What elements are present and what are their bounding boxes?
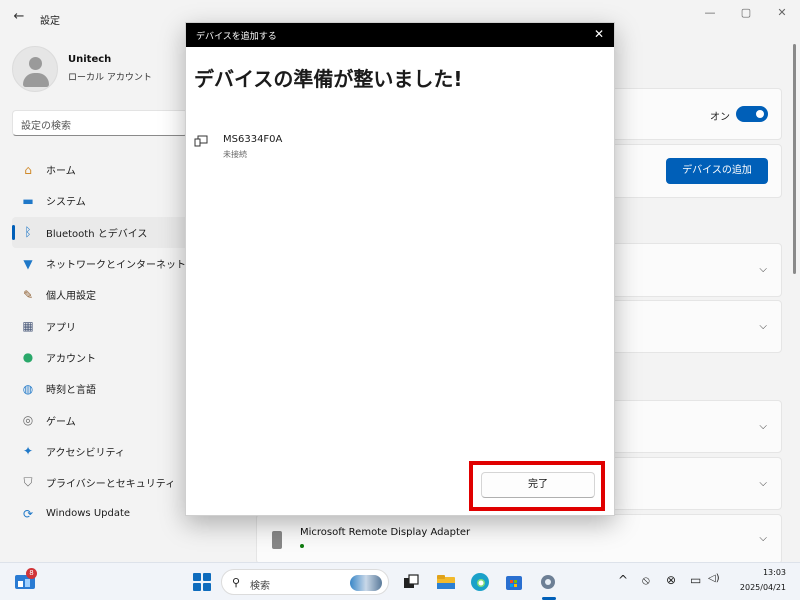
remote-display-card[interactable]: ⌵ bbox=[256, 514, 782, 564]
store-icon[interactable] bbox=[504, 572, 524, 592]
file-explorer-icon[interactable] bbox=[436, 572, 456, 592]
close-circle-icon[interactable]: ⊗ bbox=[666, 573, 676, 587]
wifi-icon: ▼ bbox=[23, 256, 33, 271]
chevron-down-icon: ⌵ bbox=[759, 421, 767, 432]
sidebar-item-label: アプリ bbox=[46, 322, 76, 334]
avatar bbox=[12, 46, 58, 92]
network-off-icon[interactable]: ⦸ bbox=[642, 573, 650, 588]
user-profile[interactable]: Unitech ローカル アカウント bbox=[12, 44, 192, 94]
bluetooth-toggle-label: オン bbox=[710, 112, 730, 123]
bluetooth-toggle[interactable] bbox=[736, 106, 768, 122]
sidebar-item[interactable]: ⌂ ホーム bbox=[12, 154, 188, 185]
add-device-dialog: デバイスを追加する ✕ デバイスの準備が整いました! MS6334F0A 未接続… bbox=[185, 22, 615, 516]
sidebar-item[interactable]: ▼ ネットワークとインターネット bbox=[12, 248, 188, 279]
system-icon: ▬ bbox=[22, 193, 34, 208]
close-window-icon[interactable]: ✕ bbox=[770, 6, 794, 22]
brush-icon: ✎ bbox=[22, 287, 34, 302]
taskbar: 8 ⚲ 検索 ^ ⦸ ⊗ ▭ ◁) 13:03 2025/04/21 bbox=[0, 562, 800, 600]
scrollbar[interactable] bbox=[793, 44, 796, 274]
sidebar-item-label: ホーム bbox=[46, 166, 76, 178]
device-icon bbox=[194, 135, 208, 147]
sidebar-item-label: アカウント bbox=[46, 353, 96, 365]
sidebar-item[interactable]: ✎ 個人用設定 bbox=[12, 279, 188, 310]
chevron-up-icon[interactable]: ^ bbox=[618, 573, 628, 587]
user-name: Unitech bbox=[68, 54, 112, 65]
sidebar-nav: ⌂ ホーム ▬ システム ᛒ Bluetooth とデバイス ▼ ネットワークとインターネット… bbox=[12, 154, 188, 530]
sidebar-item-label: Bluetooth とデバイス bbox=[46, 228, 148, 240]
settings-search-input[interactable]: 設定の検索 bbox=[12, 110, 188, 136]
clock-time[interactable]: 13:03 bbox=[736, 568, 786, 577]
gamepad-icon: ◎ bbox=[22, 413, 34, 428]
chevron-down-icon: ⌵ bbox=[759, 321, 767, 332]
sidebar-item-label: プライバシーとセキュリティ bbox=[46, 479, 176, 491]
account-type: ローカル アカウント bbox=[68, 73, 152, 83]
task-view-icon[interactable] bbox=[401, 572, 421, 592]
chevron-down-icon: ⌵ bbox=[759, 264, 767, 275]
device-name: Microsoft Remote Display Adapter bbox=[300, 527, 471, 538]
search-icon: ⚲ bbox=[232, 576, 241, 589]
sidebar-item-label: 時刻と言語 bbox=[46, 385, 96, 397]
dialog-title: デバイスを追加する bbox=[196, 32, 277, 42]
account-icon: ● bbox=[22, 350, 34, 365]
settings-gear-icon[interactable] bbox=[538, 572, 558, 592]
sidebar-item[interactable]: ✦ アクセシビリティ bbox=[12, 436, 188, 467]
sidebar-item[interactable]: ⛉ プライバシーとセキュリティ bbox=[12, 467, 188, 498]
minimize-icon[interactable]: — bbox=[698, 6, 722, 22]
close-icon[interactable]: ✕ bbox=[594, 27, 604, 41]
bluetooth-icon: ᛒ bbox=[24, 225, 32, 240]
add-device-button[interactable]: デバイスの追加 bbox=[666, 158, 768, 184]
globe-icon: ◍ bbox=[22, 381, 34, 396]
sidebar-item-label: システム bbox=[46, 197, 86, 209]
sidebar-item[interactable]: ▬ システム bbox=[12, 185, 188, 216]
edge-icon[interactable] bbox=[470, 572, 490, 592]
back-arrow-icon[interactable]: ← bbox=[10, 9, 28, 27]
taskbar-search[interactable]: ⚲ 検索 bbox=[221, 569, 389, 595]
apps-icon: ▦ bbox=[22, 319, 34, 334]
volume-icon[interactable]: ◁) bbox=[708, 573, 720, 584]
sidebar-item[interactable]: ◎ ゲーム bbox=[12, 404, 188, 435]
dialog-titlebar: デバイスを追加する ✕ bbox=[186, 23, 614, 47]
device-name: MS6334F0A bbox=[223, 134, 283, 145]
chevron-down-icon: ⌵ bbox=[759, 478, 767, 489]
sidebar-item-label: Windows Update bbox=[46, 508, 131, 520]
done-button[interactable]: 完了 bbox=[481, 472, 595, 498]
notification-badge: 8 bbox=[26, 568, 37, 579]
search-highlight-image bbox=[350, 575, 382, 591]
device-status: 未接続 bbox=[223, 150, 247, 159]
search-label: 検索 bbox=[250, 581, 270, 592]
sidebar-item-label: 個人用設定 bbox=[46, 291, 96, 303]
update-icon: ⟳ bbox=[22, 506, 34, 521]
sidebar-item-label: アクセシビリティ bbox=[46, 447, 125, 459]
start-icon[interactable] bbox=[193, 573, 211, 591]
display-icon[interactable]: ▭ bbox=[690, 573, 701, 587]
sidebar-item-label: ネットワークとインターネット bbox=[46, 260, 186, 272]
dialog-heading: デバイスの準備が整いました! bbox=[194, 67, 463, 91]
sidebar-item[interactable]: ● アカウント bbox=[12, 342, 188, 373]
sidebar-item-label: ゲーム bbox=[46, 416, 76, 428]
sidebar-item[interactable]: ⟳ Windows Update bbox=[12, 498, 188, 529]
clock-date[interactable]: 2025/04/21 bbox=[736, 583, 786, 592]
status-dot bbox=[300, 544, 304, 548]
sidebar-item[interactable]: ◍ 時刻と言語 bbox=[12, 373, 188, 404]
sidebar-item[interactable]: ▦ アプリ bbox=[12, 310, 188, 341]
accessibility-icon: ✦ bbox=[22, 444, 34, 459]
home-icon: ⌂ bbox=[24, 162, 32, 177]
maximize-icon[interactable]: ▢ bbox=[734, 6, 758, 22]
display-adapter-icon bbox=[272, 531, 282, 549]
sidebar-item[interactable]: ᛒ Bluetooth とデバイス bbox=[12, 216, 188, 248]
window-title: 設定 bbox=[40, 16, 60, 27]
chevron-down-icon: ⌵ bbox=[759, 533, 767, 544]
shield-icon: ⛉ bbox=[23, 475, 33, 490]
